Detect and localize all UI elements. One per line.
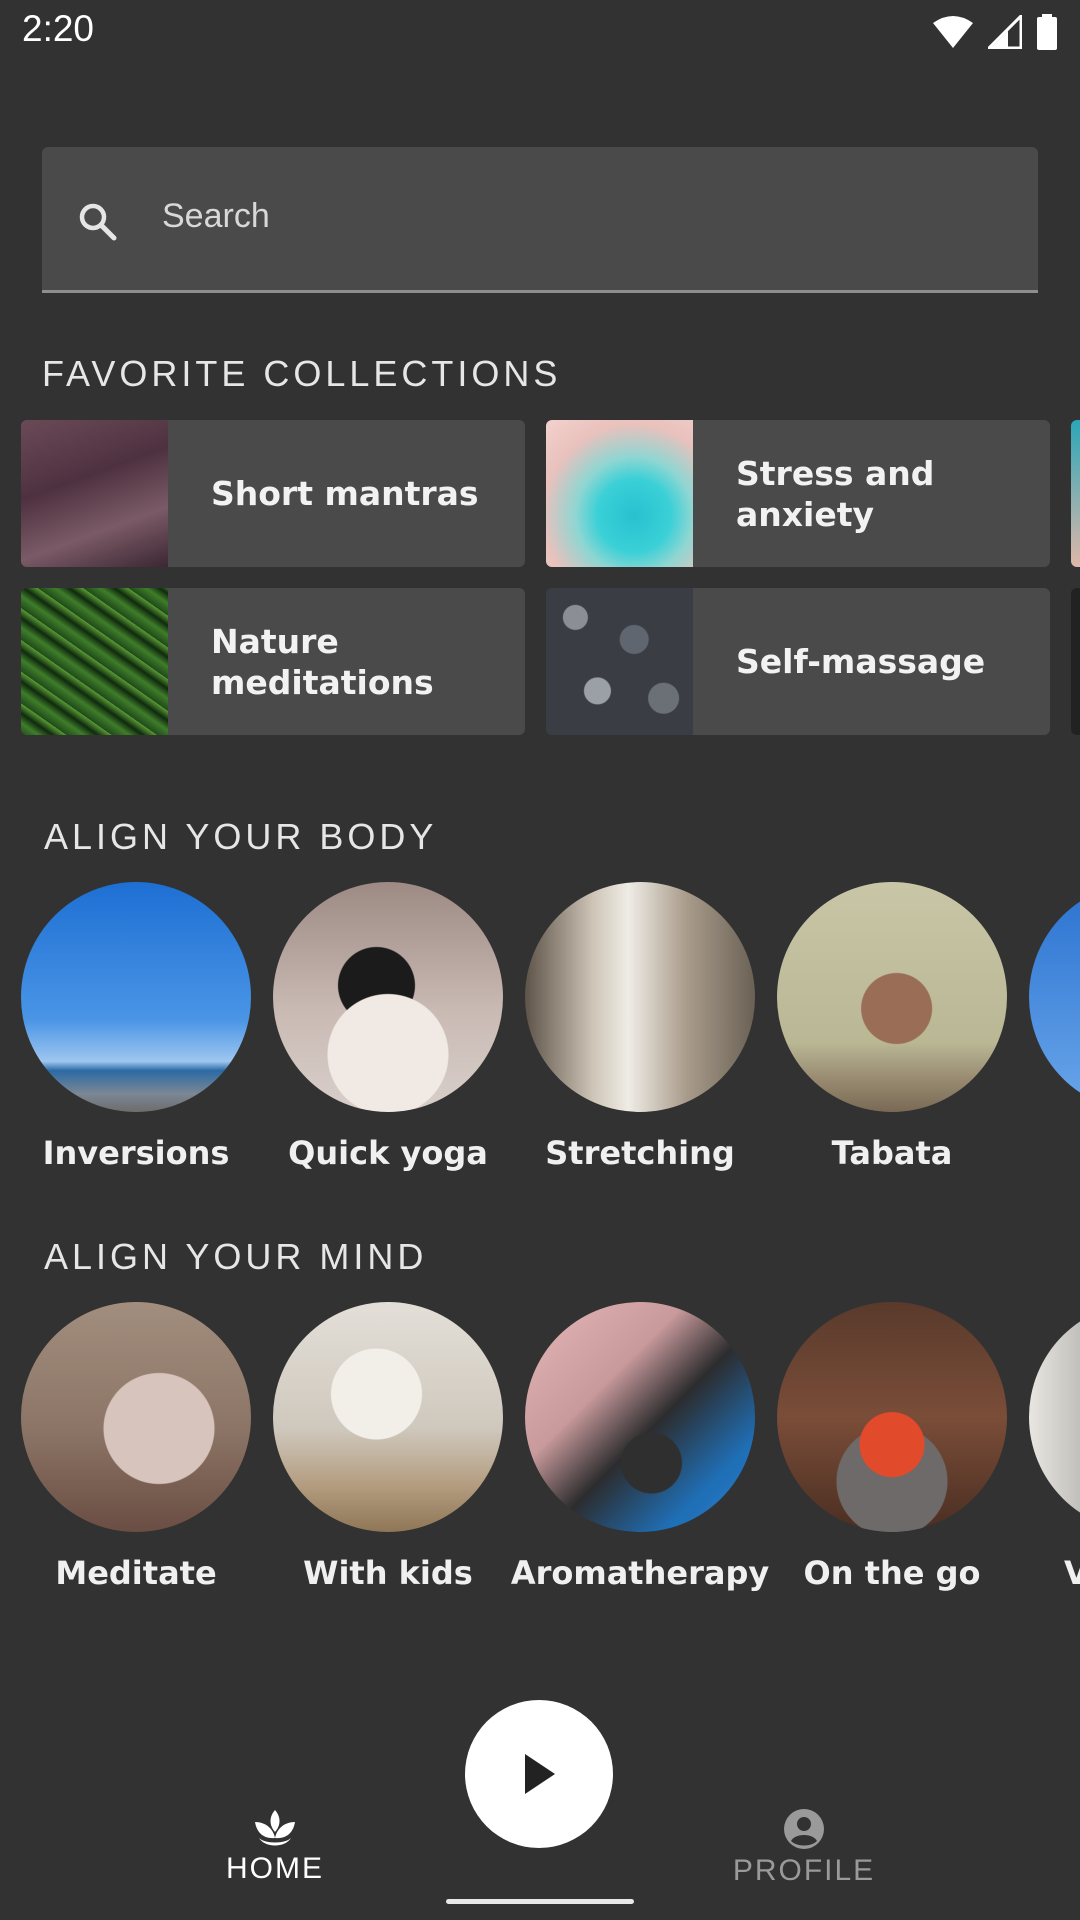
collection-label: Nature meditations [211, 621, 434, 702]
align-body-title: ALIGN YOUR BODY [44, 816, 438, 857]
spa-icon [255, 1810, 295, 1846]
mind-item-meditate[interactable]: Meditate [21, 1302, 251, 1592]
align-mind-title: ALIGN YOUR MIND [44, 1236, 428, 1277]
collection-card-stress-anxiety[interactable]: Stress and anxiety [546, 420, 1050, 567]
collection-card-nature-meditations[interactable]: Nature meditations [21, 588, 525, 735]
inversions-image [21, 882, 251, 1112]
circle-label: Quick yoga [288, 1134, 488, 1172]
mind-item-on-the-go[interactable]: On the go [777, 1302, 1007, 1592]
circle-label: On the go [803, 1554, 981, 1592]
circle-label: Inversions [42, 1134, 230, 1172]
collection-thumbnail [21, 588, 168, 735]
search-placeholder[interactable]: Search [162, 197, 270, 236]
favorite-collections-title: FAVORITE COLLECTIONS [42, 353, 562, 394]
body-item-tabata[interactable]: Tabata [777, 882, 1007, 1172]
body-item-quick-yoga[interactable]: Quick yoga [273, 882, 503, 1172]
account-circle-icon [784, 1809, 824, 1849]
signal-icon [988, 15, 1022, 49]
collection-thumbnail [546, 588, 693, 735]
mind-item-with-kids[interactable]: With kids [273, 1302, 503, 1592]
collection-label: Stress and anxiety [736, 453, 935, 534]
body-item-stretching[interactable]: Stretching [525, 882, 755, 1172]
collection-card-short-mantras[interactable]: Short mantras [21, 420, 525, 567]
body-item-partial[interactable] [1029, 882, 1080, 1112]
battery-icon [1037, 14, 1057, 50]
play-button[interactable] [465, 1700, 613, 1848]
gesture-navigation-bar[interactable] [446, 1899, 634, 1904]
circle-label: Stretching [545, 1134, 735, 1172]
body-item-inversions[interactable]: Inversions [21, 882, 251, 1172]
circle-label: Aromatherapy [510, 1554, 770, 1592]
play-icon [525, 1754, 555, 1794]
nav-profile[interactable]: PROFILE [704, 1808, 904, 1888]
collection-card-partial[interactable] [1071, 420, 1080, 567]
nav-home-label: HOME [226, 1852, 324, 1885]
on-the-go-image [777, 1302, 1007, 1532]
collection-card-self-massage[interactable]: Self-massage [546, 588, 1050, 735]
circle-label: Tabata [831, 1134, 953, 1172]
nav-home[interactable]: HOME [175, 1808, 375, 1886]
mind-item-partial[interactable]: V [1029, 1302, 1080, 1602]
status-time: 2:20 [22, 8, 95, 49]
quick-yoga-image [273, 882, 503, 1112]
aromatherapy-image [525, 1302, 755, 1532]
search-icon [79, 203, 117, 241]
stretching-image [525, 882, 755, 1112]
collection-thumbnail [21, 420, 168, 567]
circle-label: V [1064, 1554, 1080, 1592]
status-icons [932, 12, 1058, 52]
wifi-icon [933, 16, 973, 48]
circle-label: With kids [303, 1554, 473, 1592]
nav-profile-label: PROFILE [732, 1854, 876, 1887]
with-kids-image [273, 1302, 503, 1532]
collection-label: Self-massage [736, 642, 986, 681]
circle-label: Meditate [55, 1554, 217, 1592]
mind-item-aromatherapy[interactable]: Aromatherapy [511, 1302, 769, 1592]
tabata-image [777, 882, 1007, 1112]
collection-label: Short mantras [211, 474, 479, 513]
meditate-image [21, 1302, 251, 1532]
collection-card-partial[interactable] [1071, 588, 1080, 735]
collection-thumbnail [546, 420, 693, 567]
